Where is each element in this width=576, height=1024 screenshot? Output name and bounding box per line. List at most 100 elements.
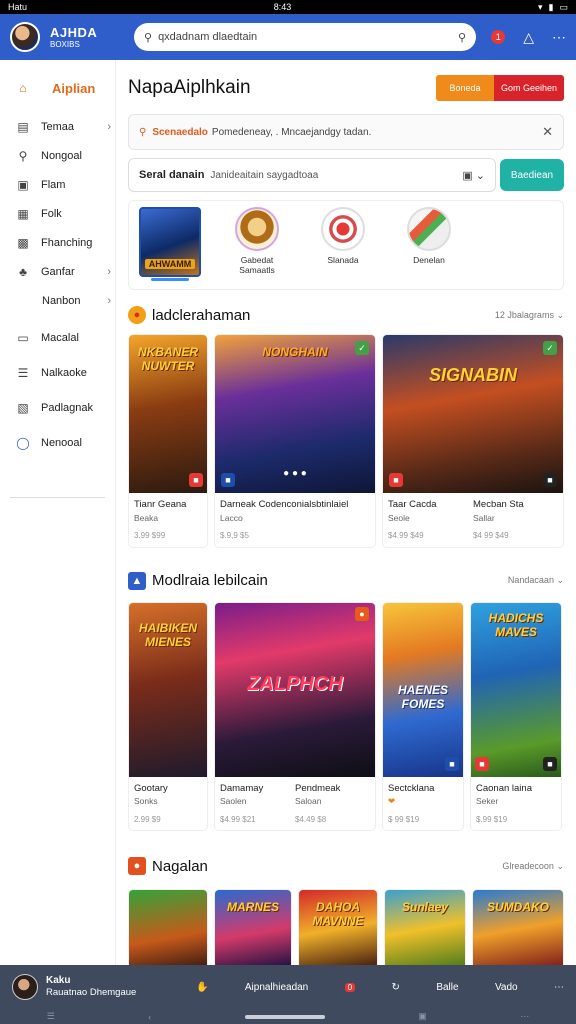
quick-item[interactable]: Denelan [397,207,461,265]
card-price: 2.99 $9 [134,814,161,824]
quick-item-label: Slanada [327,255,359,265]
menu-icon[interactable]: ☰ [47,1011,55,1022]
secondary-button[interactable]: Boneda [436,75,494,101]
game-card[interactable]: NONGHAIN ■ ● ● ● ✓ Darneak Codenconialsb… [214,334,376,548]
more-icon[interactable]: ⋯ [552,29,566,46]
more-icon[interactable]: ⋯ [520,1011,529,1022]
search-input[interactable]: qxdadnam dlaedtain [158,31,458,43]
nav-item[interactable]: Balle [436,982,458,993]
search-button-icon[interactable]: ⚲ [458,31,466,44]
apply-button[interactable]: Baediean [500,159,564,191]
game-card[interactable]: SIGNABIN ■ ■ ✓ Taar Cacda Seole $4.99 $4… [382,334,564,548]
card-price: $.99 $19 [476,814,508,824]
game-card[interactable]: SUMDAKO [472,889,564,965]
quick-item[interactable]: AHWAMM [139,207,203,281]
info-banner: ⚲ Scenaedalo Pomedeneay, . Mncaejandgy t… [128,114,564,150]
sidebar-item-label: Nongoal [41,149,82,162]
cover-title: NKBANER NUWTER [138,345,198,373]
home-indicator[interactable] [244,1014,325,1019]
card-subtitle: Seole [388,512,410,523]
carousel-dots[interactable]: ● ● ● [215,468,375,479]
banner-text: Pomedeneay, . Mncaejandgy tadan. [211,126,372,138]
sidebar-item-calendar[interactable]: ▩ Fhanching [0,228,115,257]
sidebar-item-games[interactable]: ♣ Ganfar › [0,257,115,286]
sidebar-item-cart[interactable]: ▤ Temaa › [0,112,115,141]
game-card[interactable]: HAIBIKEN MIENES Gootary Sonks 2.99 $9 [128,601,208,832]
heart-icon: ❤ [388,796,396,807]
primary-action-button[interactable]: Gom Geeihen [494,75,564,101]
app-bar: AJHDA BOXIBS ⚲ qxdadnam dlaedtain ⚲ 1 △ … [0,14,576,60]
chevron-right-icon: › [107,265,111,278]
back-icon[interactable]: ‹ [148,1012,151,1022]
target-icon [321,207,365,251]
cover-title: SIGNABIN [428,365,517,385]
section-more-link[interactable]: Glreadecoon ⌄ [502,861,564,872]
sidebar-item-label: Nenooal [41,436,82,449]
card-subtitle: Saloan [295,796,322,807]
carrier-label: Hatu [8,2,28,12]
quick-item[interactable]: Gabedat Samaatls [225,207,289,275]
fire-icon: ● [128,857,146,876]
avatar[interactable] [12,974,38,1000]
game-card[interactable]: NKBANER NUWTER ■ Tianr Geana Beaka 3.99 … [128,334,208,548]
home-icon: ⌂ [19,81,27,95]
sidebar-item-label: Nanbon [42,294,81,307]
nav-item[interactable]: Aipnalhieadan [245,982,308,993]
section-more-link[interactable]: Nandacaan ⌄ [508,575,564,586]
user-icon[interactable]: △ [523,29,534,46]
game-card[interactable]: MARNES [214,889,292,965]
recents-icon[interactable]: ▣ [418,1011,427,1022]
game-cover: NONGHAIN ■ ● ● ● ✓ [215,335,375,493]
card-price: $ 99 $19 [388,814,420,824]
filter-select[interactable]: Seral danain Janideaitain saygadtoaa ▣ ⌄ [128,158,496,192]
sidebar-subitem[interactable]: Nanbon › [0,286,115,315]
card-subtitle: Sallar [473,512,495,523]
section-featured: ● ladclerahaman 12 Jbalagrams ⌄ NKBANER … [128,302,564,548]
game-card[interactable]: ZALPHCH ● Damamay Saolen $4.99 $21 Pendm… [214,601,376,832]
sidebar-item-home[interactable]: ⌂ Aiplian [0,70,115,106]
notification-icon[interactable]: 1 [491,30,506,44]
sidebar-item-building[interactable]: ▣ Flam [0,170,115,199]
quick-item[interactable]: Slanada [311,207,375,265]
avatar[interactable] [10,22,40,52]
sidebar-item-pin[interactable]: ⚲ Nongoal [0,141,115,170]
game-card[interactable]: DAHOA MAVNNE [298,889,378,965]
brand-logo[interactable]: AJHDA BOXIBS [50,26,120,49]
sidebar-item-monitor[interactable]: ▭ Macalal [0,323,115,352]
user-name: Kaku [46,975,71,987]
card-price: $4.99 $49 [388,531,424,541]
section-more-link[interactable]: 12 Jbalagrams ⌄ [495,310,564,321]
quick-item-label: Denelan [413,255,445,265]
nav-item[interactable]: Vado [495,982,518,993]
gift-icon [407,207,451,251]
card-price: $4.99 $21 [220,814,256,824]
game-card[interactable]: HADICHS MAVES ■ ■ Caonan laina Seker $.9… [470,601,562,832]
close-icon[interactable]: ✕ [542,124,553,140]
platform-icon: ■ [543,473,557,487]
card-title: Tianr Geana [134,499,187,510]
sidebar-item-label: Folk [41,207,62,220]
sidebar-item-chart[interactable]: ▧ Padlagnak [0,393,115,422]
card-subtitle: Sonks [134,796,158,807]
calendar-icon: ▩ [17,235,29,250]
more-icon[interactable]: ⋯ [554,982,564,993]
game-card[interactable]: Sunlaey [384,889,466,965]
notification-badge[interactable]: 0 [344,982,356,992]
sidebar-item-box[interactable]: ▦ Folk [0,199,115,228]
cover-title: NONGHAIN [262,345,328,359]
filter-value: Janideaitain saygadtoaa [210,169,319,181]
signal-icon: ▮ [548,1,554,12]
sidebar-item-label: Flam [41,178,66,191]
search-bar[interactable]: ⚲ qxdadnam dlaedtain ⚲ [134,23,476,51]
game-card[interactable]: HAENES FOMES ■ Sectcklana ❤ $ 99 $19 [382,601,464,832]
sidebar-item-label: Aiplian [52,80,96,96]
gamepad-icon: ♣ [19,264,27,279]
sidebar-item-help[interactable]: ◯ Nenooal [0,428,115,457]
chevron-down-icon: ▣ ⌄ [462,169,485,182]
refresh-icon[interactable]: ↻ [392,982,400,993]
card-title: Darneak [220,499,256,510]
user-info[interactable]: Kaku Rauatnao Dhemgaue [46,974,196,999]
game-card[interactable] [128,889,208,965]
sidebar-item-list[interactable]: ☰ Nalkaoke [0,358,115,387]
hand-icon[interactable]: ✋ [196,982,208,993]
